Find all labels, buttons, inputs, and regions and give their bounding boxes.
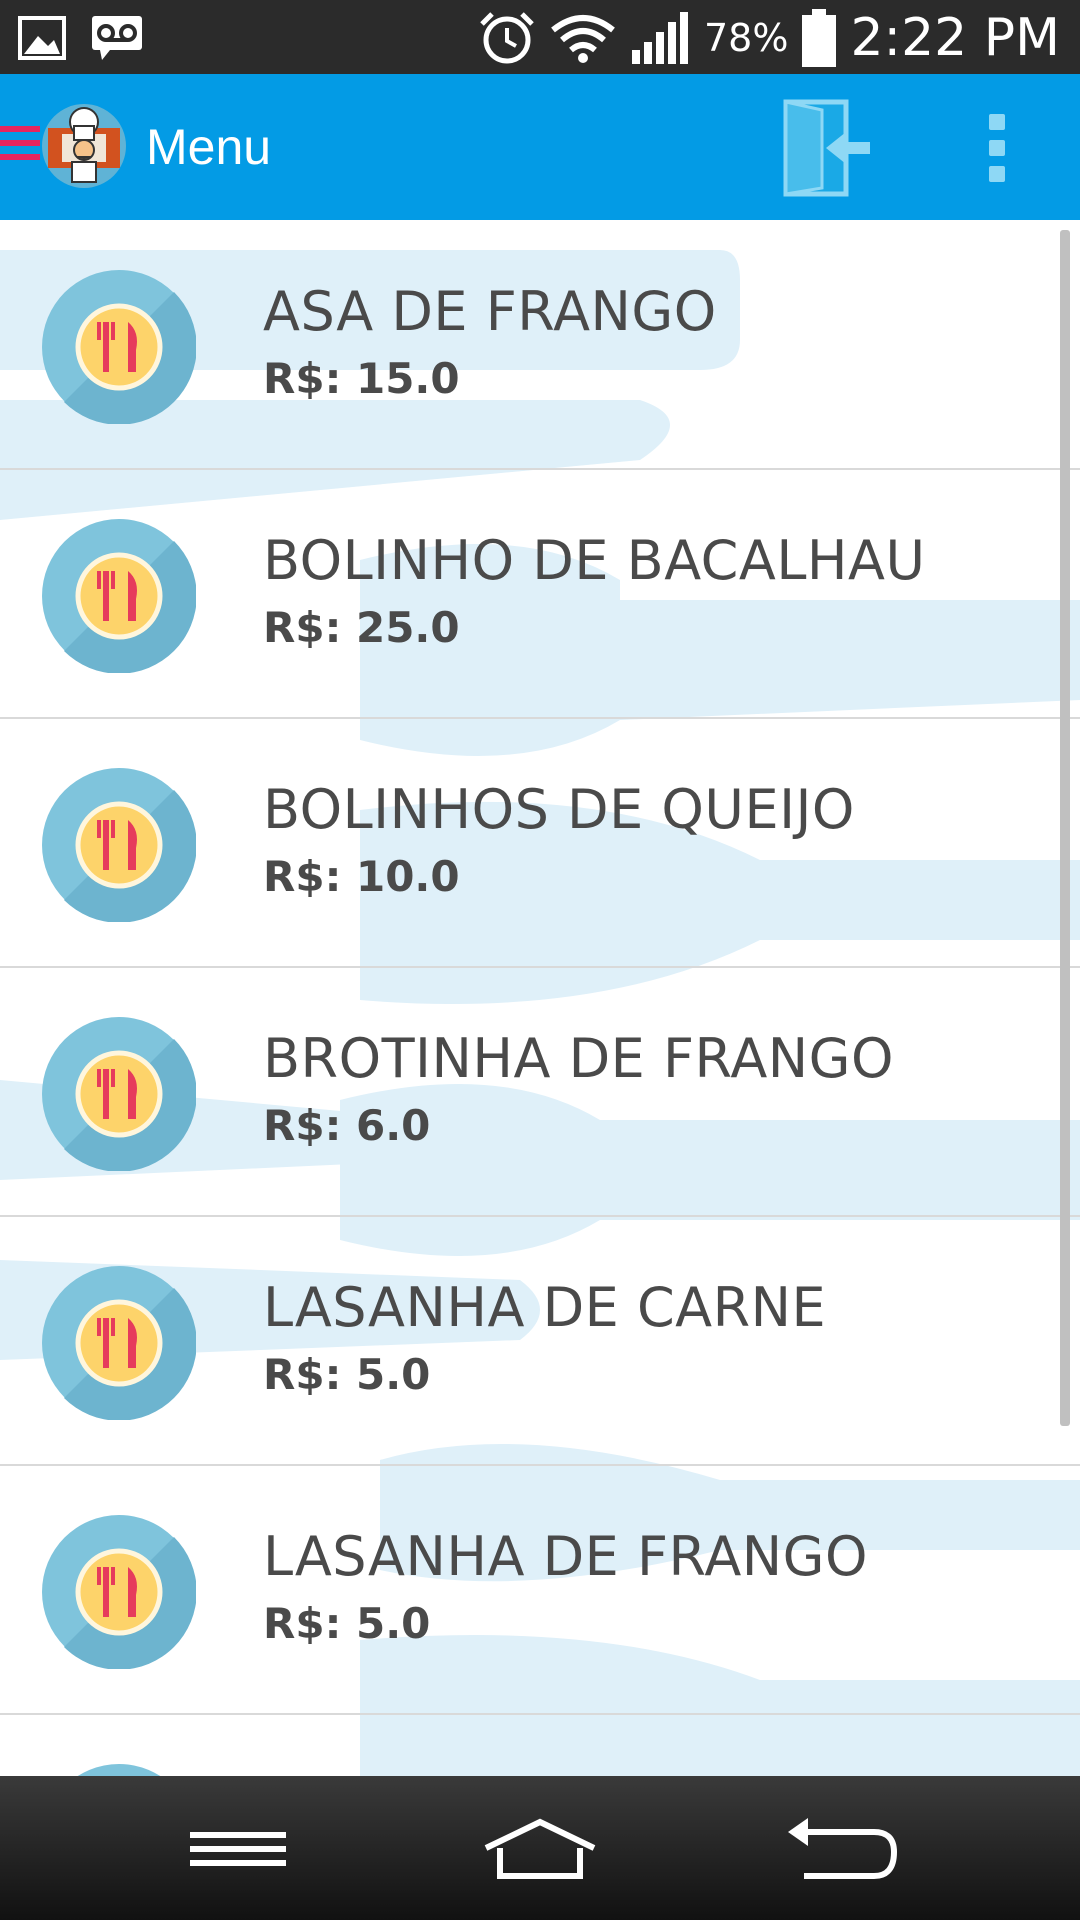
plate-cutlery-icon	[42, 1515, 196, 1669]
item-name: BOLINHO DE BACALHAU	[263, 529, 926, 592]
home-icon[interactable]	[480, 1814, 600, 1884]
list-item[interactable]: LASANHA DE FRANGO R$: 5.0	[0, 1465, 1080, 1715]
list-item[interactable]: BOLINHOS DE QUEIJO R$: 10.0	[0, 718, 1080, 968]
menu-list[interactable]: ASA DE FRANGO R$: 15.0 BOLINHO DE BACALH…	[0, 220, 1080, 1776]
list-item[interactable]: BROTINHA DE FRANGO R$: 6.0	[0, 967, 1080, 1217]
battery-percentage: 78%	[704, 16, 789, 60]
overflow-menu-icon[interactable]	[984, 114, 1010, 184]
chef-logo-icon[interactable]	[42, 104, 126, 188]
page-title: Menu	[146, 119, 272, 175]
image-icon	[18, 16, 66, 60]
item-price: R$: 6.0	[263, 1101, 431, 1150]
item-name: LASANHA DE FRANGO	[263, 1525, 869, 1588]
back-icon[interactable]	[784, 1814, 904, 1884]
list-item[interactable]: LASANHA DE CARNE R$: 5.0	[0, 1216, 1080, 1466]
wifi-icon	[551, 15, 615, 63]
item-price: R$: 25.0	[263, 603, 460, 652]
signal-icon	[632, 12, 688, 64]
plate-cutlery-icon	[42, 519, 196, 673]
plate-cutlery-icon	[42, 768, 196, 922]
item-price: R$: 10.0	[263, 852, 460, 901]
item-price: R$: 15.0	[263, 354, 460, 403]
plate-cutlery-icon	[42, 1017, 196, 1171]
app-bar: Menu	[0, 74, 1080, 220]
item-price: R$: 5.0	[263, 1350, 431, 1399]
plate-cutlery-icon	[42, 1266, 196, 1420]
status-bar: 78% 2:22 PM	[0, 0, 1080, 74]
navigation-bar	[0, 1776, 1080, 1920]
item-name: ASA DE FRANGO	[263, 280, 717, 343]
notification-icons	[18, 14, 144, 62]
scrollbar[interactable]	[1060, 230, 1070, 1426]
item-name: LASANHA DE CARNE	[263, 1276, 827, 1339]
logout-icon[interactable]	[782, 98, 874, 198]
drawer-menu-icon[interactable]	[0, 126, 40, 166]
voicemail-icon	[92, 16, 142, 60]
item-price: R$: 5.0	[263, 1599, 431, 1648]
item-name: BOLINHOS DE QUEIJO	[263, 778, 855, 841]
plate-cutlery-icon	[42, 270, 196, 424]
list-item[interactable]: ASA DE FRANGO R$: 15.0	[0, 220, 1080, 470]
battery-icon	[802, 9, 837, 67]
plate-cutlery-icon	[77, 1764, 161, 1776]
recent-apps-icon[interactable]	[178, 1814, 298, 1884]
clock: 2:22 PM	[850, 8, 1060, 68]
system-icons: 78% 2:22 PM	[478, 8, 1060, 68]
list-item-partial[interactable]	[0, 1714, 1080, 1776]
list-item[interactable]: BOLINHO DE BACALHAU R$: 25.0	[0, 469, 1080, 719]
alarm-icon	[480, 12, 534, 64]
item-name: BROTINHA DE FRANGO	[263, 1027, 895, 1090]
